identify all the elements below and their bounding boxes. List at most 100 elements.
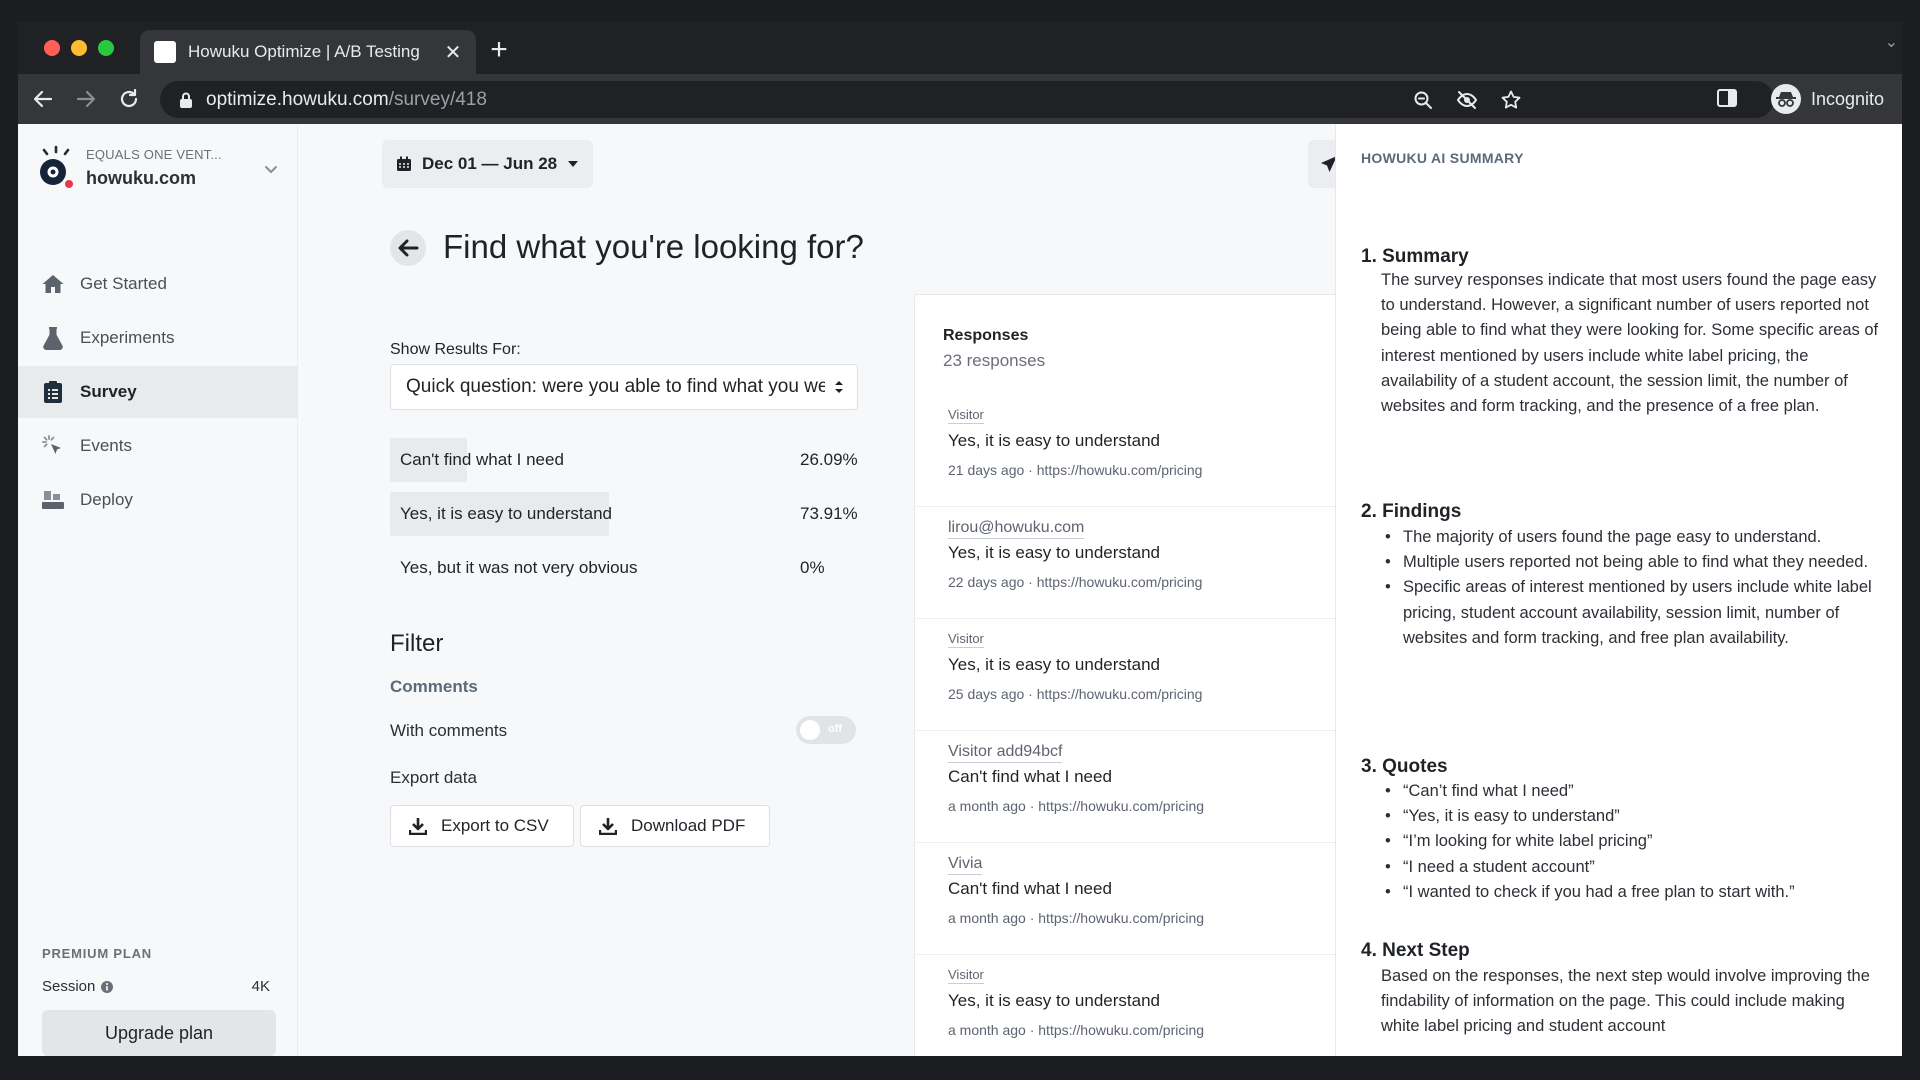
window-close-button[interactable] [44,40,60,56]
response-user-link[interactable]: Visitor add94bcf [948,743,1063,763]
sidebar-item-label: Experiments [80,328,175,347]
back-arrow-icon[interactable] [30,86,56,112]
sidebar-item-label: Events [80,436,132,455]
response-user-link[interactable]: Vivia [948,855,983,875]
answer-row[interactable]: Yes, it is easy to understand 73.91% [390,492,860,536]
workspace-domain: howuku.com [86,168,197,188]
question-select[interactable]: Quick question: were you able to find wh… [390,364,858,410]
calendar-icon [397,156,411,171]
download-pdf-label: Download PDF [631,816,746,835]
sidebar-item-survey[interactable]: Survey [18,366,298,418]
sort-arrows-icon [835,381,843,393]
sidebar-item-deploy[interactable]: Deploy [18,474,298,526]
workspace-switcher[interactable]: EQUALS ONE VENT... howuku.com [36,144,280,194]
response-user-link[interactable]: Visitor [948,967,984,984]
sidebar-item-events[interactable]: Events [18,420,298,472]
answer-percentage: 26.09% [800,450,858,469]
export-csv-button[interactable]: Export to CSV [390,805,574,847]
with-comments-label: With comments [390,721,508,740]
app-content: EQUALS ONE VENT... howuku.com Get Starte… [18,124,1902,1056]
session-label: Session [42,978,114,995]
window-maximize-button[interactable] [98,40,114,56]
response-user-link[interactable]: Visitor [948,407,984,424]
browser-tab[interactable]: Howuku Optimize | A/B Testing ✕ [140,30,476,74]
response-meta: 21 days ago · https://howuku.com/pricing [948,462,1203,478]
answer-row[interactable]: Yes, but it was not very obvious 0% [390,546,860,590]
list-item: “I’m looking for white label pricing” [1381,829,1886,854]
session-label-text: Session [42,978,96,995]
address-bar[interactable]: optimize.howuku.com/survey/418 [160,81,1774,118]
sidebar-item-get-started[interactable]: Get Started [18,258,298,310]
list-item: Specific areas of interest mentioned by … [1381,575,1886,651]
ai-summary-panel[interactable]: HOWUKU AI SUMMARY 1. Summary The survey … [1335,124,1902,1056]
sidebar-item-experiments[interactable]: Experiments [18,312,298,364]
deploy-icon [40,487,66,513]
close-tab-icon[interactable]: ✕ [444,40,462,65]
plan-title: PREMIUM PLAN [42,946,152,961]
download-icon [409,818,427,835]
sidebar-item-label: Survey [80,382,137,401]
url-host: optimize.howuku.com [206,88,389,110]
response-meta: a month ago · https://howuku.com/pricing [948,1022,1205,1038]
response-item[interactable]: lirou@howuku.com Yes, it is easy to unde… [915,507,1373,619]
response-meta: a month ago · https://howuku.com/pricing [948,798,1205,814]
upgrade-plan-button[interactable]: Upgrade plan [42,1010,276,1056]
eye-off-icon[interactable] [1456,89,1478,111]
tab-search-icon[interactable]: ⌄ [1885,32,1898,52]
caret-down-icon [568,161,579,167]
show-results-label: Show Results For: [390,341,521,358]
answer-row[interactable]: Can't find what I need 26.09% [390,438,860,482]
side-panel-icon[interactable] [1716,87,1738,109]
main-content: Dec 01 — Jun 28 Me Find what you're look… [298,124,1388,1056]
responses-card: Responses 23 responses Visitor Yes, it i… [914,294,1374,1056]
response-meta: 25 days ago · https://howuku.com/pricing [948,686,1203,702]
date-range-value: Dec 01 — Jun 28 [422,154,558,173]
workspace-org-name: EQUALS ONE VENT... [86,147,222,162]
response-item[interactable]: Visitor Yes, it is easy to understand 21… [915,395,1373,507]
response-item[interactable]: Visitor Yes, it is easy to understand a … [915,955,1373,1056]
response-item[interactable]: Visitor add94bcf Can't find what I need … [915,731,1373,843]
arrow-left-icon [398,239,419,257]
window-minimize-button[interactable] [71,40,87,56]
response-answer: Can't find what I need [948,767,1112,786]
download-icon [599,818,617,835]
question-select-value: Quick question: were you able to find wh… [406,376,825,397]
export-data-label: Export data [390,768,477,787]
incognito-badge[interactable]: Incognito [1770,82,1884,116]
download-pdf-button[interactable]: Download PDF [580,805,770,847]
browser-toolbar: optimize.howuku.com/survey/418 Incognito [18,74,1902,124]
answer-label: Yes, but it was not very obvious [400,558,638,577]
list-item: The majority of users found the page eas… [1381,525,1886,550]
quotes-heading: 3. Quotes [1361,756,1448,777]
list-item: “Can’t find what I need” [1381,779,1886,804]
info-icon[interactable] [100,980,114,994]
reload-icon[interactable] [116,86,142,112]
chevron-down-icon[interactable] [262,160,280,178]
clipboard-icon [40,379,66,405]
new-tab-button[interactable]: + [484,33,514,67]
response-item[interactable]: Vivia Can't find what I need a month ago… [915,843,1373,955]
response-item[interactable]: Visitor Yes, it is easy to understand 25… [915,619,1373,731]
session-value: 4K [251,978,270,995]
response-user-link[interactable]: Visitor [948,631,984,648]
plan-card: PREMIUM PLAN Session 4K Upgrade plan [36,934,276,1056]
response-answer: Yes, it is easy to understand [948,543,1161,562]
back-button[interactable] [390,230,426,266]
export-csv-label: Export to CSV [441,816,549,835]
incognito-label: Incognito [1810,88,1884,109]
next-step-heading: 4. Next Step [1361,940,1470,961]
date-range-picker[interactable]: Dec 01 — Jun 28 [382,140,594,188]
lock-icon[interactable] [178,91,194,109]
star-icon[interactable] [1500,89,1522,111]
findings-heading: 2. Findings [1361,501,1462,522]
zoom-icon[interactable] [1412,89,1434,111]
summary-heading: 1. Summary [1361,246,1469,267]
toggle-knob [800,720,820,740]
list-item: “I wanted to check if you had a free pla… [1381,880,1886,905]
with-comments-toggle[interactable]: off [796,716,856,744]
forward-arrow-icon[interactable] [73,86,99,112]
home-icon [40,271,66,297]
responses-count: 23 responses [943,351,1046,370]
tab-strip: Howuku Optimize | A/B Testing ✕ + ⌄ [18,22,1902,74]
response-user-link[interactable]: lirou@howuku.com [948,519,1085,539]
